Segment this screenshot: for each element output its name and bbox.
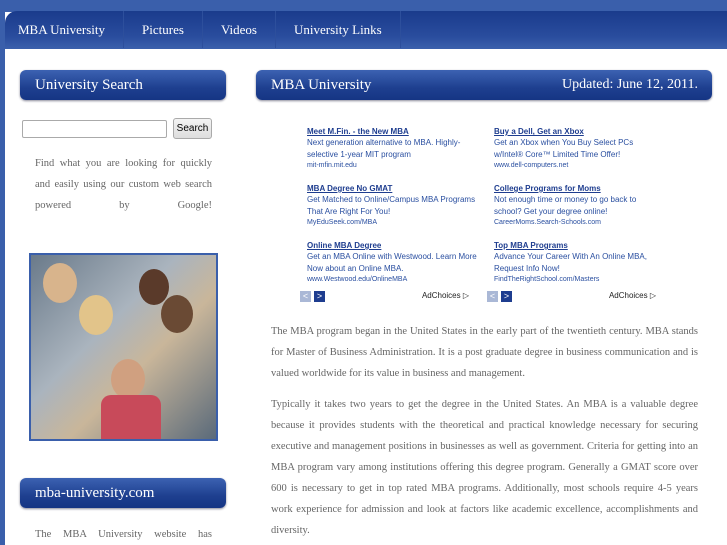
ad-item: College Programs for Moms Not enough time… [494, 183, 664, 240]
paragraph: The MBA program began in the United Stat… [271, 326, 698, 379]
ad-url[interactable]: www.Westwood.edu/OnlineMBA [307, 275, 477, 285]
ad-description: Next generation alternative to MBA. High… [307, 138, 461, 159]
ad-description: Get an Xbox when You Buy Select PCs w/In… [494, 138, 634, 159]
left-border [0, 0, 5, 545]
nav-university-links[interactable]: University Links [276, 11, 401, 48]
ad-url[interactable]: FindTheRightSchool.com/Masters [494, 275, 664, 285]
ad-title[interactable]: Buy a Dell, Get an Xbox [494, 126, 664, 137]
main-header: MBA University Updated: June 12, 2011. [256, 70, 712, 100]
ad-url[interactable]: www.dell-computers.net [494, 161, 664, 171]
main-nav: MBA University Pictures Videos Universit… [5, 11, 727, 48]
search-button[interactable]: Search [173, 118, 212, 139]
site-header: mba-university.com [20, 478, 226, 508]
ad-description: Get an MBA Online with Westwood. Learn M… [307, 252, 477, 273]
site-description: The MBA University website has [35, 529, 212, 540]
adchoices-link[interactable]: AdChoices ▷ [609, 291, 656, 300]
chevron-left-icon[interactable]: < [300, 291, 311, 302]
ad-url[interactable]: CareerMoms.Search-Schools.com [494, 218, 664, 228]
ad-title[interactable]: Meet M.Fin. - the New MBA [307, 126, 477, 137]
ad-item: Online MBA Degree Get an MBA Online with … [307, 240, 477, 297]
ad-title[interactable]: Top MBA Programs [494, 240, 664, 251]
nav-pictures[interactable]: Pictures [124, 11, 203, 48]
ad-item: Top MBA Programs Advance Your Career With… [494, 240, 664, 297]
ad-url[interactable]: mit-mfin.mit.edu [307, 161, 477, 171]
students-photo [29, 253, 218, 441]
ad-description: Advance Your Career With An Online MBA, … [494, 252, 647, 273]
university-search-header: University Search [20, 70, 226, 100]
nav-videos[interactable]: Videos [203, 11, 276, 48]
ad-title[interactable]: Online MBA Degree [307, 240, 477, 251]
search-input[interactable] [22, 120, 167, 138]
ad-nav-1: < > AdChoices ▷ [300, 291, 475, 303]
chevron-left-icon[interactable]: < [487, 291, 498, 302]
ad-item: Meet M.Fin. - the New MBA Next generation… [307, 126, 477, 183]
nav-mba-university[interactable]: MBA University [5, 11, 125, 48]
ad-column-2: Buy a Dell, Get an Xbox Get an Xbox when … [494, 126, 664, 297]
ad-url[interactable]: MyEduSeek.com/MBA [307, 218, 477, 228]
ad-description: Get Matched to Online/Campus MBA Program… [307, 195, 476, 216]
ad-title[interactable]: MBA Degree No GMAT [307, 183, 477, 194]
chevron-right-icon[interactable]: > [314, 291, 325, 302]
paragraph: Typically it takes two years to get the … [271, 399, 698, 536]
ad-item: Buy a Dell, Get an Xbox Get an Xbox when … [494, 126, 664, 183]
adchoices-link[interactable]: AdChoices ▷ [422, 291, 469, 300]
ad-nav-2: < > AdChoices ▷ [487, 291, 662, 303]
ad-description: Not enough time or money to go back to s… [494, 195, 637, 216]
main-title: MBA University [271, 77, 372, 93]
ad-title[interactable]: College Programs for Moms [494, 183, 664, 194]
ad-column-1: Meet M.Fin. - the New MBA Next generation… [307, 126, 477, 297]
search-description: Find what you are looking for quickly an… [35, 158, 212, 211]
updated-date: Updated: June 12, 2011. [562, 77, 698, 92]
chevron-right-icon[interactable]: > [501, 291, 512, 302]
ad-item: MBA Degree No GMAT Get Matched to Online/… [307, 183, 477, 240]
